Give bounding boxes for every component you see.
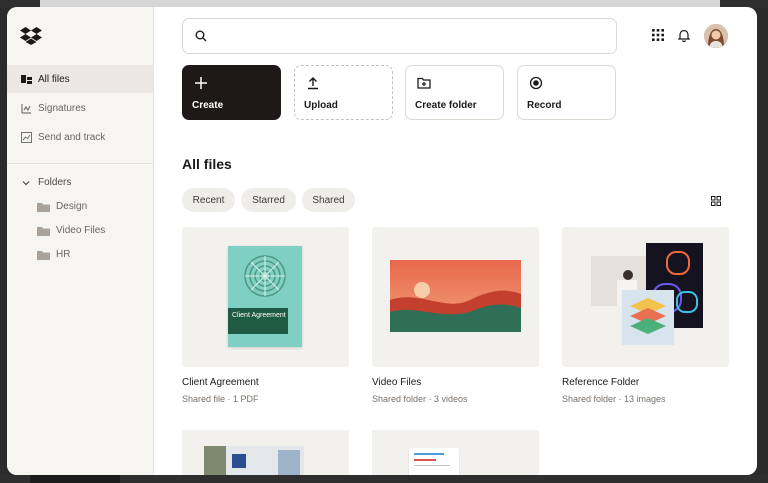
sidebar-folder-hr[interactable]: HR [37,249,70,260]
bell-icon[interactable] [678,29,690,42]
card-subtitle: Shared folder · 3 videos [372,394,468,404]
folder-plus-icon [417,77,431,89]
landscape-thumbnail [390,260,521,332]
create-folder-label: Create folder [415,100,477,111]
card-title[interactable]: Client Agreement [182,377,259,388]
sidebar-folder-design[interactable]: Design [37,201,87,212]
apps-grid-icon[interactable] [652,29,664,41]
chevron-down-icon [22,180,30,185]
filter-shared[interactable]: Shared [302,188,355,212]
sidebar-item-label: Send and track [38,131,106,143]
search-icon [195,30,207,42]
card-subtitle: Shared file · 1 PDF [182,394,259,404]
folder-card-reference-folder[interactable] [562,227,729,367]
plus-icon [195,77,207,89]
pdf-cover-label: Client Agreement [228,308,288,334]
sidebar-item-signatures[interactable]: Signatures [7,94,153,122]
pdf-cover-thumbnail: Client Agreement [228,246,302,347]
sidebar-divider [7,163,153,164]
folder-label: Video Files [56,225,106,236]
folder-icon [37,226,50,236]
files-icon [20,73,32,85]
sidebar: All files Signatures Send and track Fold… [7,7,154,475]
create-label: Create [192,100,224,111]
folder-label: HR [56,249,71,260]
filter-starred[interactable]: Starred [241,188,296,212]
page-title: All files [182,156,232,172]
sidebar-item-label: Signatures [38,102,86,114]
create-button[interactable]: Create [182,65,281,120]
filter-recent[interactable]: Recent [182,188,235,212]
folder-card-video-files[interactable] [372,227,539,367]
grid-view-icon[interactable] [711,196,721,206]
avatar[interactable] [704,24,728,48]
folders-label: Folders [38,177,72,188]
sidebar-item-send-and-track[interactable]: Send and track [7,123,153,151]
create-folder-button[interactable]: Create folder [405,65,504,120]
file-card-partial[interactable] [182,430,349,475]
upload-icon [308,77,318,90]
folder-label: Design [56,201,88,212]
folders-section-toggle[interactable]: Folders [21,177,71,188]
card-title[interactable]: Video Files [372,377,421,388]
sidebar-item-all-files[interactable]: All files [7,65,153,93]
search-bar[interactable] [182,18,617,54]
chart-icon [20,131,32,143]
sidebar-folder-video-files[interactable]: Video Files [37,225,105,236]
record-label: Record [527,100,562,111]
card-title[interactable]: Reference Folder [562,377,639,388]
record-button[interactable]: Record [517,65,616,120]
upload-button[interactable]: Upload [294,65,393,120]
sidebar-item-label: All files [38,73,70,85]
document-thumbnail [409,448,459,475]
layers-thumbnail [622,290,674,345]
search-input[interactable] [215,27,609,47]
signature-icon [20,102,32,114]
spiral-artwork-icon [244,255,286,297]
folder-icon [37,202,50,212]
building-thumbnail [204,446,304,475]
card-subtitle: Shared folder · 13 images [562,394,666,404]
file-card-partial[interactable] [372,430,539,475]
upload-label: Upload [304,100,338,111]
file-card-client-agreement[interactable]: Client Agreement [182,227,349,367]
folder-icon [37,250,50,260]
background-bottom-strip [0,474,768,483]
dropbox-logo-icon[interactable] [20,27,42,45]
record-icon [529,76,543,90]
app-window: All files Signatures Send and track Fold… [7,7,757,475]
pdf-cover-text: Client Agreement [232,312,286,319]
